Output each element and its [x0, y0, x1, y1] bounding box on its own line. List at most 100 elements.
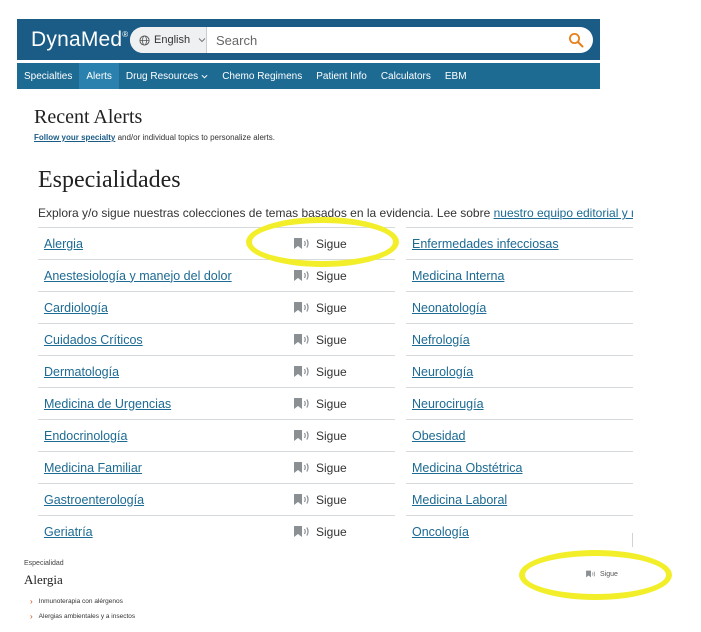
specialty-row: Medicina Familiar Sigue [38, 451, 395, 483]
nav-patient-info[interactable]: Patient Info [309, 63, 374, 89]
follow-button[interactable]: Sigue [293, 525, 347, 539]
specialty-link[interactable]: Nefrología [412, 333, 470, 347]
specialty-link[interactable]: Medicina de Urgencias [44, 397, 171, 411]
specialty-link[interactable]: Gastroenterología [44, 493, 144, 507]
follow-button[interactable]: Sigue [293, 365, 347, 379]
specialty-row: Neonatología [406, 291, 633, 323]
specialty-link[interactable]: Medicina Laboral [412, 493, 507, 507]
editorial-team-link[interactable]: nuestro equipo editorial y nuestro [494, 206, 633, 220]
nav-calculators[interactable]: Calculators [374, 63, 438, 89]
app-header: DynaMed® English [17, 19, 600, 60]
bookmark-sound-icon [294, 462, 309, 473]
chevron-right-icon: › [30, 612, 33, 621]
follow-label: Sigue [316, 492, 347, 507]
follow-label: Sigue [316, 268, 347, 283]
specialty-row: Dermatología Sigue [38, 355, 395, 387]
follow-button[interactable]: Sigue [293, 493, 347, 507]
follow-button[interactable]: Sigue [293, 397, 347, 411]
bookmark-sound-icon [294, 270, 309, 281]
specialty-row: Nefrología [406, 323, 633, 355]
specialty-link[interactable]: Neonatología [412, 301, 486, 315]
bookmark-sound-icon [294, 398, 309, 409]
specialty-link[interactable]: Medicina Interna [412, 269, 504, 283]
follow-label: Sigue [316, 428, 347, 443]
specialty-link[interactable]: Dermatología [44, 365, 119, 379]
nav-specialties[interactable]: Specialties [17, 63, 79, 89]
follow-label: Sigue [316, 332, 347, 347]
language-label: English [154, 34, 191, 46]
specialty-row: Oncología [406, 515, 633, 547]
specialty-row: Medicina Interna [406, 259, 633, 291]
specialty-row: Medicina Obstétrica [406, 451, 633, 483]
follow-button[interactable]: Sigue [293, 461, 347, 475]
nav-chemo-regimens[interactable]: Chemo Regimens [215, 63, 309, 89]
specialty-link[interactable]: Medicina Familiar [44, 461, 142, 475]
specialty-link[interactable]: Oncología [412, 525, 469, 539]
dynamed-logo[interactable]: DynaMed® [31, 28, 128, 52]
chevron-right-icon: › [30, 597, 33, 606]
specialty-link[interactable]: Geriatría [44, 525, 93, 539]
chevron-down-icon [201, 74, 208, 79]
nav-drug-resources[interactable]: Drug Resources [119, 63, 215, 89]
specialty-row: Endocrinología Sigue [38, 419, 395, 451]
logo-mark: ® [122, 30, 129, 39]
recent-alerts-subtitle: Follow your specialty and/or individual … [34, 133, 275, 142]
chevron-down-icon [198, 38, 206, 43]
specialty-row: Enfermedades infecciosas [406, 227, 633, 259]
nav-label: Patient Info [316, 70, 367, 82]
specialty-link[interactable]: Cardiología [44, 301, 108, 315]
follow-button[interactable]: Sigue [293, 301, 347, 315]
logo-text: DynaMed [31, 28, 123, 51]
globe-icon [139, 34, 150, 46]
specialty-link[interactable]: Medicina Obstétrica [412, 461, 522, 475]
search-icon[interactable] [568, 32, 584, 48]
search-bar: English [130, 27, 593, 53]
specialty-row: Geriatría Sigue [38, 515, 395, 547]
follow-button[interactable]: Sigue [293, 429, 347, 443]
specialty-link[interactable]: Cuidados Críticos [44, 333, 143, 347]
follow-label: Sigue [316, 524, 347, 539]
specialty-link[interactable]: Anestesiología y manejo del dolor [44, 269, 232, 283]
specialty-link[interactable]: Alergia [44, 237, 83, 251]
specialty-row: Obesidad [406, 419, 633, 451]
specialty-row: Medicina Laboral [406, 483, 633, 515]
specialty-row: Cuidados Críticos Sigue [38, 323, 395, 355]
specialty-link[interactable]: Neurología [412, 365, 473, 379]
bookmark-sound-icon [294, 366, 309, 377]
bookmark-sound-icon [294, 334, 309, 345]
description-text: Explora y/o sigue nuestras colecciones d… [38, 206, 494, 220]
follow-label: Sigue [316, 364, 347, 379]
specialty-row: Neurología [406, 355, 633, 387]
detail-item[interactable]: › Alergias ambientales y a insectos [30, 612, 135, 621]
nav-ebm[interactable]: EBM [438, 63, 474, 89]
bookmark-sound-icon [294, 494, 309, 505]
bookmark-sound-icon [294, 526, 309, 537]
specialty-link[interactable]: Enfermedades infecciosas [412, 237, 559, 251]
specialties-list: Alergia Sigue Anestesiología y manejo del … [38, 227, 633, 548]
specialty-link[interactable]: Endocrinología [44, 429, 127, 443]
bookmark-sound-icon [294, 430, 309, 441]
nav-label: Alerts [86, 70, 112, 82]
detail-item-label: Inmunoterapia con alérgenos [38, 598, 123, 605]
highlight-ellipse [519, 550, 672, 600]
specialties-title: Especialidades [38, 167, 181, 193]
follow-button[interactable]: Sigue [293, 269, 347, 283]
detail-item[interactable]: › Inmunoterapia con alérgenos [30, 597, 123, 606]
divider [632, 533, 633, 547]
specialty-row: Medicina de Urgencias Sigue [38, 387, 395, 419]
language-selector[interactable]: English [130, 27, 207, 53]
specialty-link[interactable]: Neurocirugía [412, 397, 484, 411]
follow-label: Sigue [316, 300, 347, 315]
specialty-link[interactable]: Obesidad [412, 429, 466, 443]
specialty-row: Neurocirugía [406, 387, 633, 419]
specialty-row: Gastroenterología Sigue [38, 483, 395, 515]
recent-alerts-text: and/or individual topics to personalize … [115, 133, 276, 142]
highlight-ellipse [246, 217, 399, 267]
nav-alerts[interactable]: Alerts [79, 63, 119, 89]
follow-label: Sigue [316, 460, 347, 475]
follow-specialty-link[interactable]: Follow your specialty [34, 133, 115, 142]
nav-label: EBM [444, 70, 467, 82]
nav-label: Calculators [380, 70, 431, 82]
search-input[interactable] [210, 27, 560, 53]
follow-button[interactable]: Sigue [293, 333, 347, 347]
